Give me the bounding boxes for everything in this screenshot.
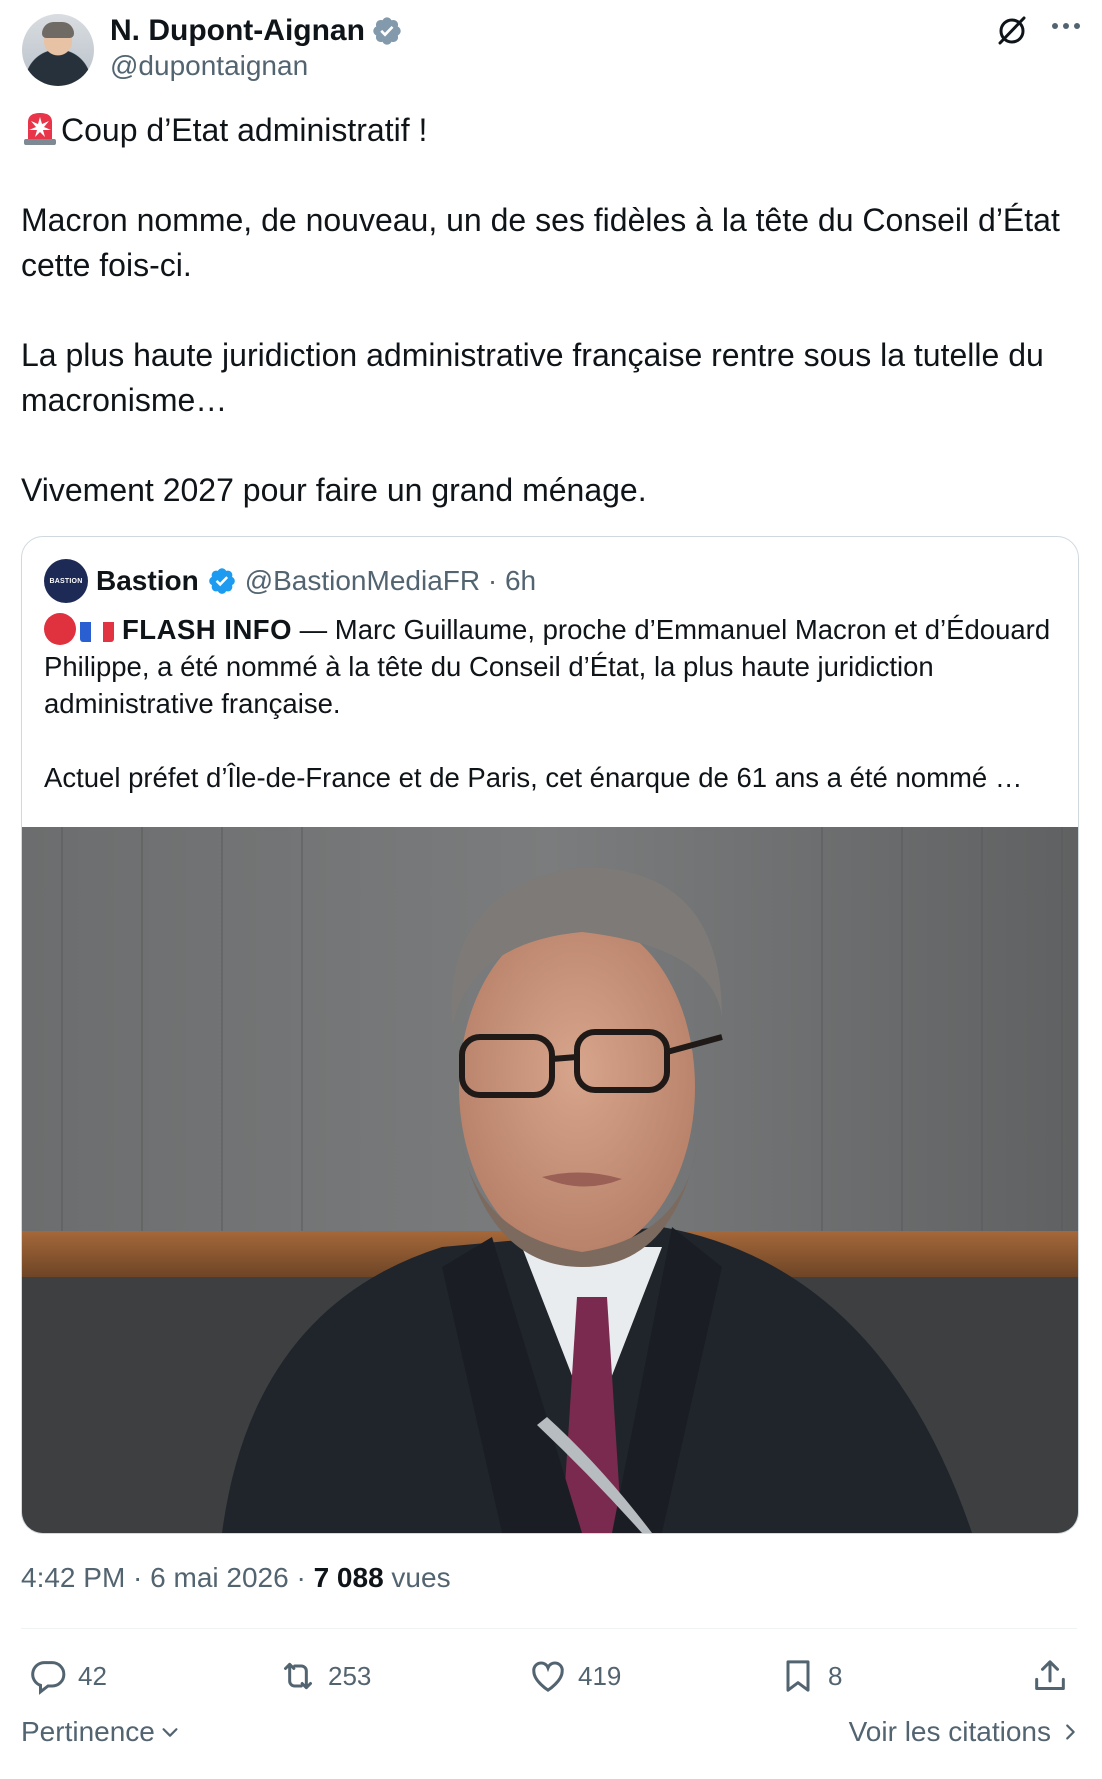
repost-count: 253 (328, 1660, 372, 1691)
gray-verified-icon (373, 17, 401, 45)
author-name-row: N. Dupont-Aignan (110, 14, 403, 48)
reply-icon (31, 1661, 66, 1695)
man-portrait-photo[interactable] (22, 827, 1078, 1533)
grok-icon[interactable] (992, 10, 1032, 50)
quote-paragraph-1: FLASH INFO — Marc Guillaume, proche d’Em… (44, 611, 1054, 722)
tweet-line-1: Coup d’Etat administratif ! (21, 108, 1091, 153)
quote-header: BASTION Bastion @BastionMediaFR · 6h (44, 559, 536, 603)
chevron-down-icon (162, 1728, 178, 1737)
repost-button[interactable]: 253 (278, 1654, 371, 1698)
view-quotes-label: Voir les citations (848, 1716, 1051, 1747)
heart-icon (532, 1661, 564, 1692)
blue-verified-icon (208, 568, 235, 594)
more-icon[interactable] (1046, 12, 1086, 52)
tweet-line-3: La plus haute juridiction administrative… (21, 337, 1044, 418)
tweet-timestamp[interactable]: 4:42 PM · 6 mai 2026 · (21, 1562, 314, 1593)
tweet-text: Coup d’Etat administratif ! Macron nomme… (21, 108, 1091, 513)
views-label: vues (383, 1562, 451, 1593)
repost-icon (284, 1662, 312, 1690)
divider (21, 1628, 1077, 1629)
view-quotes-link[interactable]: Voir les citations (849, 1716, 1081, 1748)
views-count: 7 088 (313, 1562, 384, 1593)
siren-icon (24, 113, 56, 145)
flash-info-label: FLASH INFO (122, 614, 292, 645)
quoted-tweet-card[interactable]: BASTION Bastion @BastionMediaFR · 6h FLA… (21, 536, 1079, 1534)
quote-paragraph-2: Actuel préfet d’Île-de-France et de Pari… (44, 762, 1023, 793)
chevron-right-icon (1066, 1724, 1075, 1740)
like-button[interactable]: 419 (528, 1654, 621, 1698)
share-icon (1035, 1660, 1065, 1690)
tweet-meta: 4:42 PM · 6 mai 2026 · 7 088 vues (21, 1562, 451, 1594)
quote-author-name: Bastion (96, 565, 199, 596)
tweet-line-2: Macron nomme, de nouveau, un de ses fidè… (21, 202, 1060, 283)
quote-handle-time: @BastionMediaFR · 6h (244, 565, 537, 596)
like-count: 419 (578, 1660, 622, 1691)
share-button[interactable] (1030, 1654, 1070, 1698)
sort-label: Pertinence (21, 1716, 155, 1747)
tweet-line-1-text: Coup d’Etat administratif ! (61, 112, 428, 148)
quote-avatar: BASTION (44, 559, 88, 603)
sort-dropdown[interactable]: Pertinence (21, 1716, 181, 1748)
tweet-line-4: Vivement 2027 pour faire un grand ménage… (21, 472, 647, 508)
french-flag-icon (80, 618, 114, 642)
author-name[interactable]: N. Dupont-Aignan (110, 14, 365, 48)
bookmark-icon (786, 1660, 810, 1692)
tweet-header: N. Dupont-Aignan @dupontaignan (0, 0, 1102, 100)
reply-button[interactable]: 42 (28, 1654, 107, 1698)
author-avatar[interactable] (22, 14, 94, 86)
red-circle-icon (44, 613, 76, 645)
bookmark-count: 8 (828, 1660, 843, 1691)
bookmark-button[interactable]: 8 (778, 1654, 842, 1698)
quote-text: FLASH INFO — Marc Guillaume, proche d’Em… (44, 611, 1054, 796)
reply-count: 42 (78, 1660, 107, 1691)
author-handle[interactable]: @dupontaignan (110, 50, 308, 82)
